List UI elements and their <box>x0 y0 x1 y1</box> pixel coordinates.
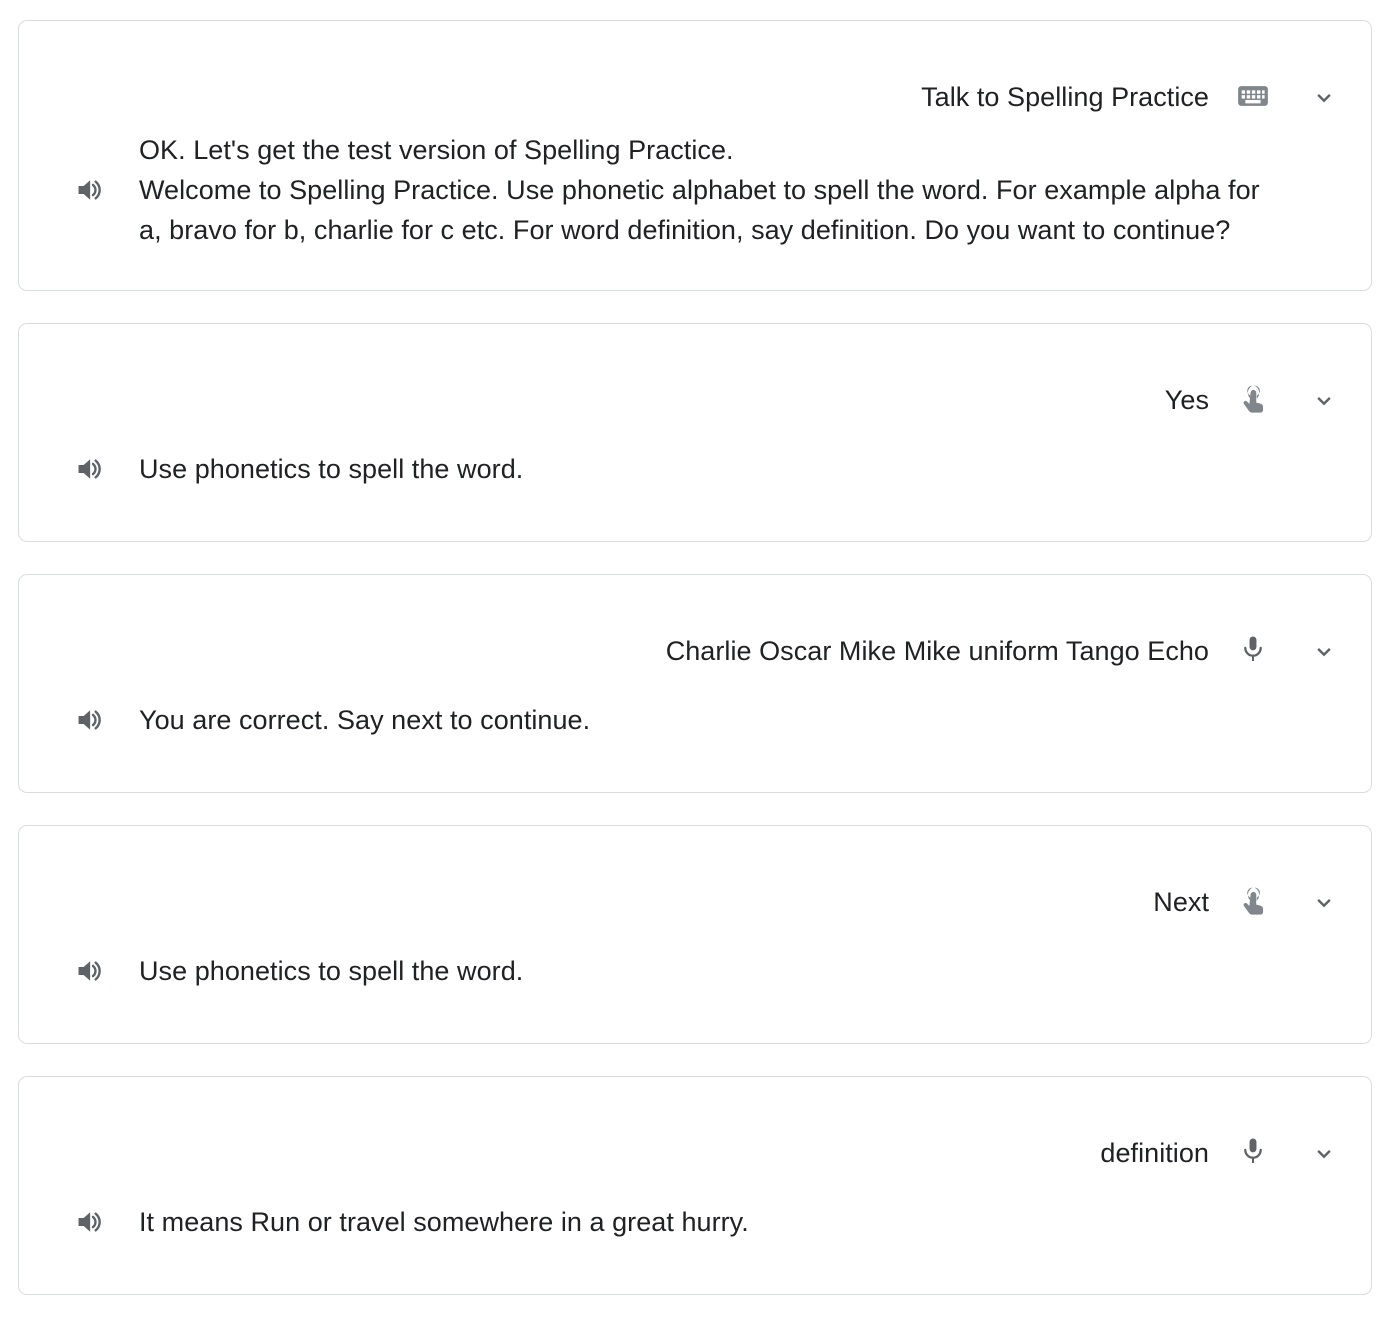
conversation-turn-card: Talk to Spelling Practice OK. Let's get … <box>18 20 1372 291</box>
conversation-transcript: Talk to Spelling Practice OK. Let's get … <box>0 0 1390 1323</box>
agent-response-row: It means Run or travel somewhere in a gr… <box>19 1170 1371 1294</box>
chevron-down-icon <box>1317 898 1331 908</box>
chevron-down-icon <box>1317 647 1331 657</box>
agent-response-line: OK. Let's get the test version of Spelli… <box>139 135 734 165</box>
agent-response-text: Use phonetics to spell the word. <box>139 951 1347 991</box>
agent-response-line: Use phonetics to spell the word. <box>139 454 524 484</box>
agent-response-text: OK. Let's get the test version of Spelli… <box>139 130 1347 250</box>
agent-response-text: You are correct. Say next to continue. <box>139 700 1347 740</box>
volume-up-icon[interactable] <box>43 452 139 486</box>
conversation-turn-card: Yes Use phonetics to spell the word. <box>18 323 1372 542</box>
user-utterance-row: Charlie Oscar Mike Mike uniform Tango Ec… <box>19 575 1371 668</box>
agent-response-text: It means Run or travel somewhere in a gr… <box>139 1202 1347 1242</box>
conversation-turn-card: Next Use phonetics to spell the word. <box>18 825 1372 1044</box>
conversation-turn-card: Charlie Oscar Mike Mike uniform Tango Ec… <box>18 574 1372 793</box>
volume-up-icon[interactable] <box>43 703 139 737</box>
agent-response-line: You are correct. Say next to continue. <box>139 705 591 735</box>
conversation-turn-card: definition It means Run or travel somewh… <box>18 1076 1372 1295</box>
user-utterance-text: Charlie Oscar Mike Mike uniform Tango Ec… <box>665 636 1209 666</box>
expand-turn-button[interactable] <box>1301 77 1347 110</box>
agent-response-row: You are correct. Say next to continue. <box>19 668 1371 792</box>
agent-response-row: Use phonetics to spell the word. <box>19 919 1371 1043</box>
user-utterance-text: definition <box>1100 1138 1209 1168</box>
agent-response-line: Use phonetics to spell the word. <box>139 956 524 986</box>
volume-up-icon[interactable] <box>43 1205 139 1239</box>
user-utterance-row: definition <box>19 1077 1371 1170</box>
user-utterance-text: Next <box>1153 887 1209 917</box>
agent-response-text: Use phonetics to spell the word. <box>139 449 1347 489</box>
user-utterance-row: Yes <box>19 324 1371 417</box>
agent-response-row: Use phonetics to spell the word. <box>19 417 1371 541</box>
microphone-icon <box>1227 631 1279 665</box>
agent-response-line: It means Run or travel somewhere in a gr… <box>139 1207 749 1237</box>
user-utterance-text: Talk to Spelling Practice <box>921 82 1209 112</box>
agent-response-row: OK. Let's get the test version of Spelli… <box>19 114 1371 290</box>
expand-turn-button[interactable] <box>1301 380 1347 413</box>
chevron-down-icon <box>1317 1149 1331 1159</box>
agent-response-line: Welcome to Spelling Practice. Use phonet… <box>139 175 1260 245</box>
chevron-down-icon <box>1317 93 1331 103</box>
user-utterance-text: Yes <box>1164 385 1209 415</box>
microphone-icon <box>1227 1133 1279 1167</box>
touch-app-icon <box>1227 882 1279 918</box>
touch-app-icon <box>1227 380 1279 416</box>
volume-up-icon[interactable] <box>43 954 139 988</box>
user-utterance-row: Next <box>19 826 1371 919</box>
expand-turn-button[interactable] <box>1301 631 1347 664</box>
expand-turn-button[interactable] <box>1301 882 1347 915</box>
user-utterance-row: Talk to Spelling Practice <box>19 21 1371 114</box>
expand-turn-button[interactable] <box>1301 1133 1347 1166</box>
volume-up-icon[interactable] <box>43 173 139 207</box>
keyboard-icon <box>1227 77 1279 113</box>
chevron-down-icon <box>1317 396 1331 406</box>
